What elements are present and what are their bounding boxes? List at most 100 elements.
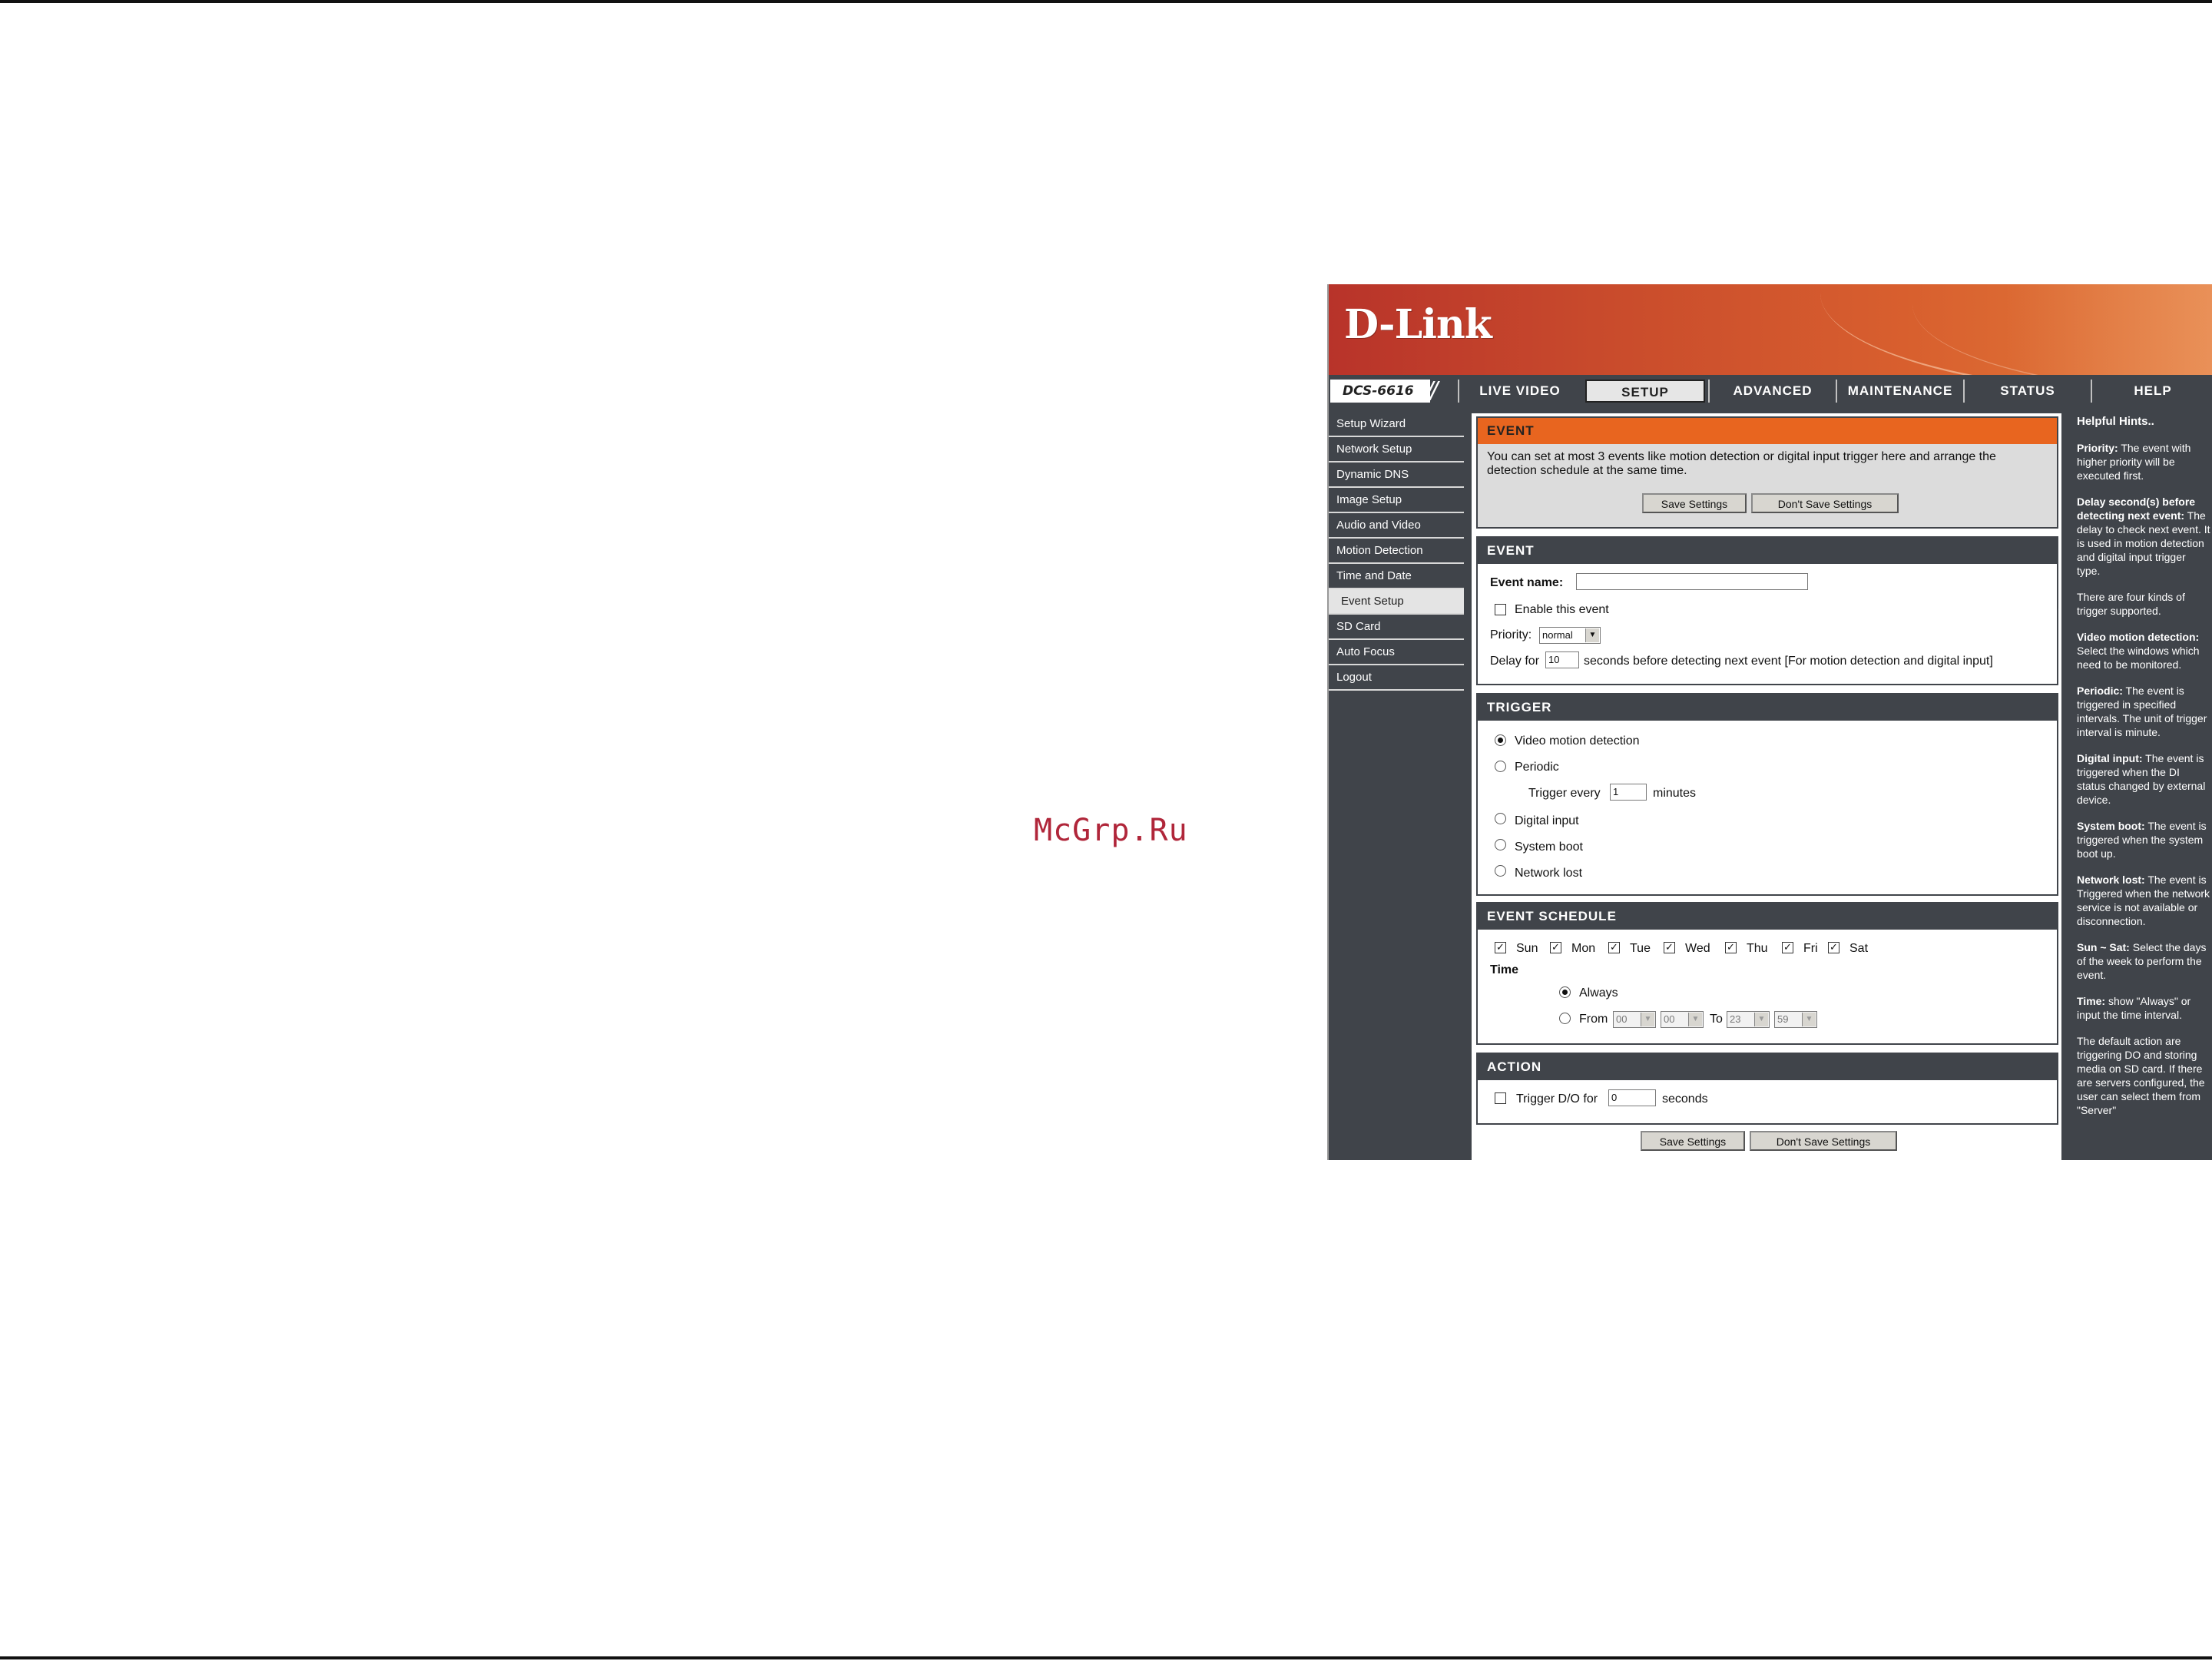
trigger-digital-input-label: Digital input bbox=[1515, 814, 1579, 827]
event-section-title: EVENT bbox=[1478, 538, 2057, 564]
time-always-radio[interactable] bbox=[1559, 986, 1571, 998]
sidebar-item-dynamic-dns[interactable]: Dynamic DNS bbox=[1329, 462, 1464, 488]
help-text: The default action are triggering DO and… bbox=[2077, 1035, 2205, 1116]
help-term: Time: bbox=[2077, 995, 2106, 1007]
time-from-label: From bbox=[1579, 1013, 1608, 1026]
sidebar-item-auto-focus[interactable]: Auto Focus bbox=[1329, 640, 1464, 665]
sidebar-item-motion-detection[interactable]: Motion Detection bbox=[1329, 539, 1464, 564]
day-thu-checkbox[interactable]: ✓ bbox=[1725, 942, 1737, 953]
priority-select[interactable]: normal ▼ bbox=[1539, 627, 1601, 644]
intro-panel: EVENT You can set at most 3 events like … bbox=[1476, 416, 2058, 529]
trigger-do-checkbox[interactable] bbox=[1495, 1092, 1506, 1104]
enable-event-label: Enable this event bbox=[1515, 603, 1609, 616]
sidebar-item-audio-video[interactable]: Audio and Video bbox=[1329, 513, 1464, 539]
help-term: Sun ~ Sat: bbox=[2077, 941, 2130, 953]
trigger-periodic-radio[interactable] bbox=[1495, 761, 1506, 772]
sidebar-item-event-setup[interactable]: Event Setup bbox=[1329, 589, 1464, 615]
intro-text-line1: You can set at most 3 events like motion… bbox=[1487, 450, 1996, 463]
from-hour-value: 00 bbox=[1616, 1013, 1628, 1025]
help-hint: System boot: The event is triggered when… bbox=[2077, 819, 2210, 860]
day-sat-label: Sat bbox=[1849, 942, 1869, 955]
save-settings-button-bottom[interactable]: Save Settings bbox=[1641, 1131, 1745, 1151]
intro-title: EVENT bbox=[1478, 418, 2057, 444]
priority-value: normal bbox=[1542, 629, 1573, 641]
day-sat-checkbox[interactable]: ✓ bbox=[1828, 942, 1839, 953]
to-minute-select[interactable]: 59 ▼ bbox=[1774, 1011, 1817, 1028]
help-hint: The default action are triggering DO and… bbox=[2077, 1034, 2210, 1117]
to-hour-select[interactable]: 23 ▼ bbox=[1727, 1011, 1770, 1028]
trigger-system-boot-radio[interactable] bbox=[1495, 839, 1506, 850]
action-section-title: ACTION bbox=[1478, 1054, 2057, 1080]
tab-advanced[interactable]: ADVANCED bbox=[1708, 380, 1836, 403]
top-nav: DCS-6616 // LIVE VIDEO SETUP ADVANCED MA… bbox=[1329, 378, 2212, 404]
sidebar-item-image-setup[interactable]: Image Setup bbox=[1329, 488, 1464, 513]
help-term: Priority: bbox=[2077, 442, 2118, 454]
time-range-radio[interactable] bbox=[1559, 1013, 1571, 1024]
sidebar-item-setup-wizard[interactable]: Setup Wizard bbox=[1329, 412, 1464, 437]
tab-status[interactable]: STATUS bbox=[1963, 380, 2091, 403]
day-tue-checkbox[interactable]: ✓ bbox=[1608, 942, 1620, 953]
day-wed-checkbox[interactable]: ✓ bbox=[1664, 942, 1675, 953]
dont-save-settings-button-top[interactable]: Don't Save Settings bbox=[1751, 493, 1899, 513]
trigger-digital-input-radio[interactable] bbox=[1495, 813, 1506, 824]
from-minute-value: 00 bbox=[1664, 1013, 1675, 1025]
trigger-network-lost-label: Network lost bbox=[1515, 867, 1583, 880]
trigger-every-input[interactable]: 1 bbox=[1610, 784, 1647, 801]
trigger-video-motion-label: Video motion detection bbox=[1515, 734, 1640, 748]
model-label: DCS-6616 bbox=[1330, 380, 1430, 403]
tab-setup[interactable]: SETUP bbox=[1585, 380, 1705, 403]
action-panel: ACTION Trigger D/O for 0 seconds bbox=[1476, 1053, 2058, 1125]
intro-text-line2: detection schedule at the same time. bbox=[1487, 464, 1687, 477]
help-hint: Time: show "Always" or input the time in… bbox=[2077, 994, 2210, 1022]
chevron-down-icon: ▼ bbox=[1802, 1013, 1816, 1026]
help-term: Periodic: bbox=[2077, 685, 2123, 697]
trigger-video-motion-radio[interactable] bbox=[1495, 734, 1506, 746]
watermark: McGrp.Ru bbox=[1034, 813, 1188, 848]
trigger-network-lost-radio[interactable] bbox=[1495, 865, 1506, 877]
trigger-do-label: Trigger D/O for bbox=[1516, 1092, 1598, 1106]
to-hour-value: 23 bbox=[1730, 1013, 1741, 1025]
sidebar-item-time-date[interactable]: Time and Date bbox=[1329, 564, 1464, 589]
enable-event-checkbox[interactable] bbox=[1495, 604, 1506, 615]
trigger-do-input[interactable]: 0 bbox=[1608, 1089, 1656, 1106]
camera-web-ui: D-Link DCS-6616 // LIVE VIDEO SETUP ADVA… bbox=[1327, 284, 2212, 1160]
tab-live-video[interactable]: LIVE VIDEO bbox=[1458, 380, 1581, 403]
day-sun-checkbox[interactable]: ✓ bbox=[1495, 942, 1506, 953]
delay-input[interactable]: 10 bbox=[1545, 651, 1579, 668]
day-fri-label: Fri bbox=[1803, 942, 1818, 955]
from-minute-select[interactable]: 00 ▼ bbox=[1661, 1011, 1704, 1028]
day-mon-checkbox[interactable]: ✓ bbox=[1550, 942, 1561, 953]
day-tue-label: Tue bbox=[1630, 942, 1651, 955]
help-text: There are four kinds of trigger supporte… bbox=[2077, 591, 2185, 617]
help-hint: Periodic: The event is triggered in spec… bbox=[2077, 684, 2210, 739]
event-name-input[interactable] bbox=[1576, 573, 1808, 590]
help-hint: Video motion detection: Select the windo… bbox=[2077, 630, 2210, 671]
schedule-panel: EVENT SCHEDULE ✓ Sun ✓ Mon ✓ Tue ✓ Wed ✓… bbox=[1476, 902, 2058, 1045]
day-thu-label: Thu bbox=[1747, 942, 1768, 955]
sidebar-item-logout[interactable]: Logout bbox=[1329, 665, 1464, 691]
event-name-label: Event name: bbox=[1490, 576, 1564, 589]
nav-divider-slashes: // bbox=[1426, 377, 1438, 404]
chevron-down-icon: ▼ bbox=[1688, 1013, 1702, 1026]
chevron-down-icon: ▼ bbox=[1641, 1013, 1654, 1026]
top-rule bbox=[0, 0, 2212, 3]
save-settings-button-top[interactable]: Save Settings bbox=[1642, 493, 1747, 513]
help-hint: Network lost: The event is Triggered whe… bbox=[2077, 873, 2210, 928]
sidebar-item-network-setup[interactable]: Network Setup bbox=[1329, 437, 1464, 462]
tab-help[interactable]: HELP bbox=[2091, 380, 2212, 403]
trigger-do-unit: seconds bbox=[1662, 1092, 1708, 1106]
from-hour-select[interactable]: 00 ▼ bbox=[1613, 1011, 1656, 1028]
help-title: Helpful Hints.. bbox=[2077, 415, 2154, 428]
main-content: EVENT You can set at most 3 events like … bbox=[1472, 413, 2061, 1160]
sidebar-item-sd-card[interactable]: SD Card bbox=[1329, 615, 1464, 640]
time-always-label: Always bbox=[1579, 986, 1618, 1000]
time-to-label: To bbox=[1710, 1013, 1723, 1026]
trigger-every-label: Trigger every bbox=[1528, 787, 1601, 800]
day-fri-checkbox[interactable]: ✓ bbox=[1782, 942, 1793, 953]
help-hint: Priority: The event with higher priority… bbox=[2077, 441, 2210, 482]
help-hint: Delay second(s) before detecting next ev… bbox=[2077, 495, 2210, 578]
trigger-periodic-label: Periodic bbox=[1515, 761, 1559, 774]
tab-maintenance[interactable]: MAINTENANCE bbox=[1836, 380, 1963, 403]
event-panel: EVENT Event name: Enable this event Prio… bbox=[1476, 536, 2058, 685]
dont-save-settings-button-bottom[interactable]: Don't Save Settings bbox=[1750, 1131, 1897, 1151]
